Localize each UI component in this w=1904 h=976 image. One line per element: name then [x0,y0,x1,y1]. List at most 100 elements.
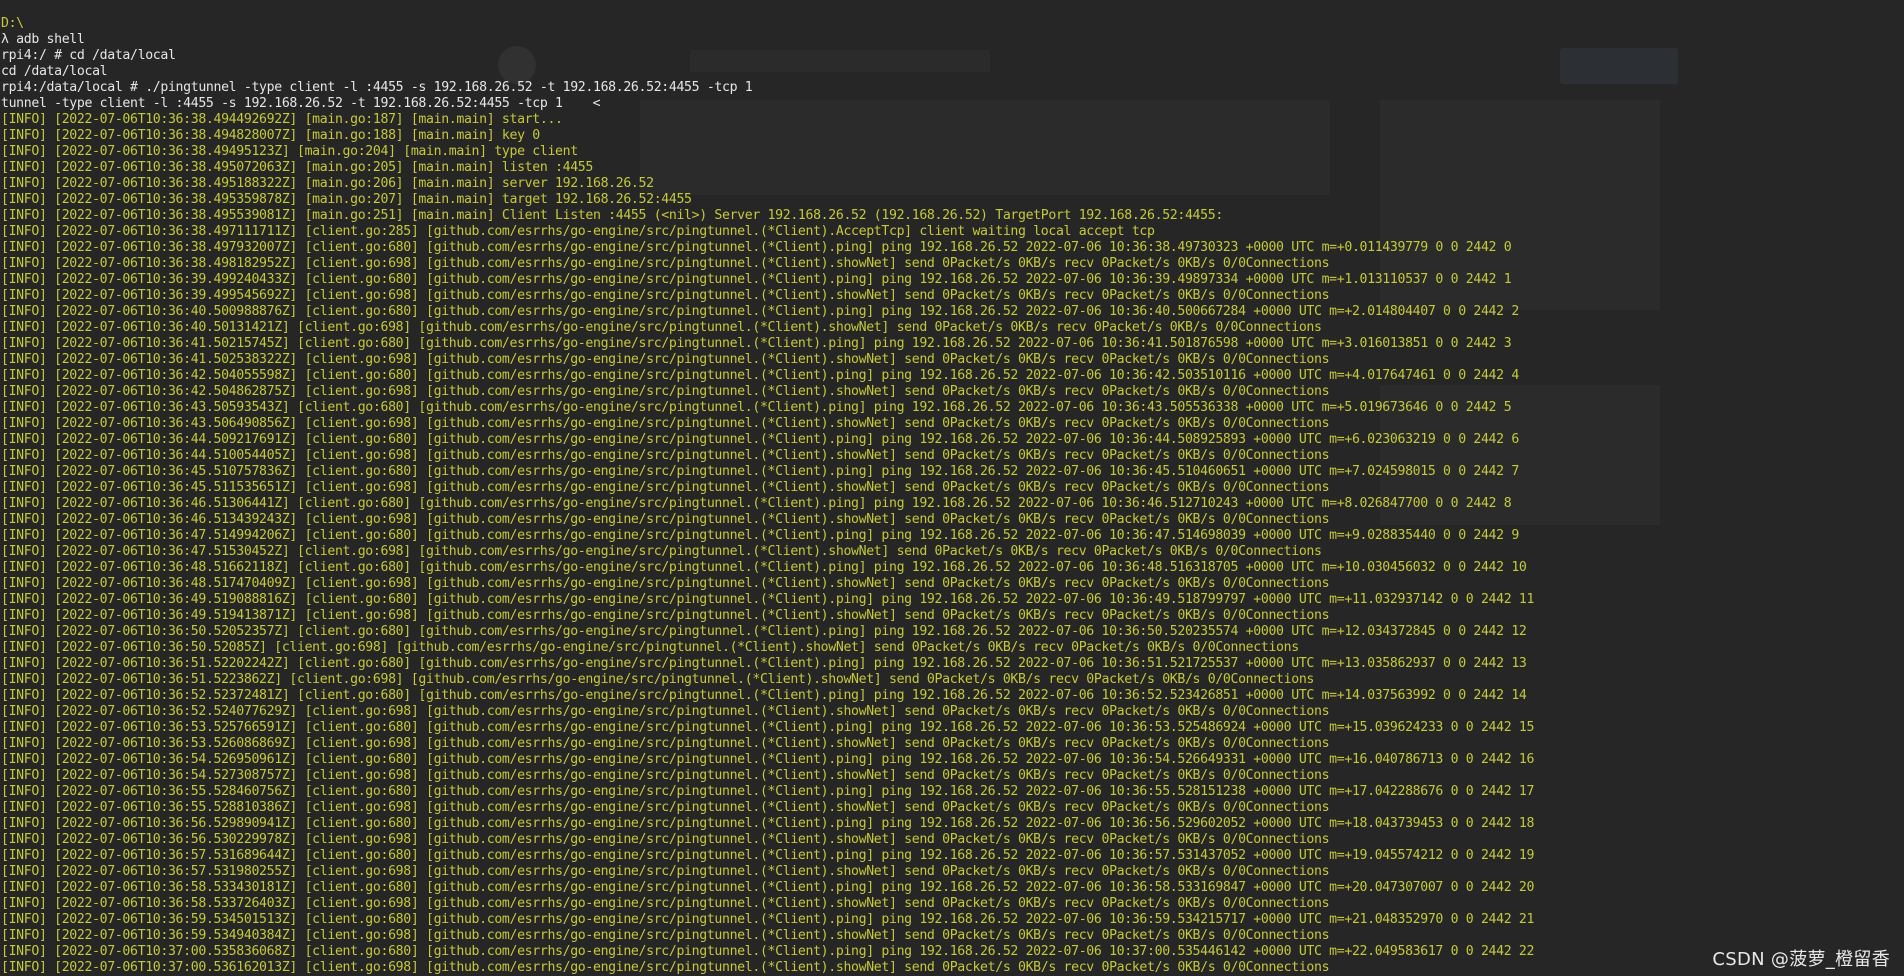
log-line: [INFO] [2022-07-06T10:36:50.52052357Z] [… [1,624,1534,640]
log-line: [INFO] [2022-07-06T10:36:54.527308757Z] … [1,768,1534,784]
line-text: [INFO] [2022-07-06T10:36:38.497932007Z] … [1,240,1512,255]
log-line: [INFO] [2022-07-06T10:36:42.504055598Z] … [1,368,1534,384]
log-line: [INFO] [2022-07-06T10:36:44.510054405Z] … [1,448,1534,464]
line-text: [INFO] [2022-07-06T10:36:47.514994206Z] … [1,528,1519,543]
log-line: [INFO] [2022-07-06T10:36:59.534940384Z] … [1,928,1534,944]
line-text: D:\ [1,16,24,31]
line-text: [INFO] [2022-07-06T10:37:00.535836068Z] … [1,944,1535,959]
line-text: [INFO] [2022-07-06T10:36:51.5223862Z] [c… [1,672,1314,687]
line-text: [INFO] [2022-07-06T10:36:50.52085Z] [cli… [1,640,1299,655]
log-line: [INFO] [2022-07-06T10:36:58.533726403Z] … [1,896,1534,912]
line-text: [INFO] [2022-07-06T10:36:46.513439243Z] … [1,512,1330,527]
log-line: [INFO] [2022-07-06T10:36:56.529890941Z] … [1,816,1534,832]
log-line: [INFO] [2022-07-06T10:36:55.528810386Z] … [1,800,1534,816]
log-line: [INFO] [2022-07-06T10:36:52.52372481Z] [… [1,688,1534,704]
line-text: [INFO] [2022-07-06T10:36:40.500988876Z] … [1,304,1519,319]
command-line: λ adb shell [1,32,1534,48]
line-text: cd /data/local [1,64,108,79]
line-text: [INFO] [2022-07-06T10:36:38.494492692Z] … [1,112,563,127]
line-text: tunnel -type client -l :4455 -s 192.168.… [1,96,563,111]
log-line: [INFO] [2022-07-06T10:36:40.500988876Z] … [1,304,1534,320]
line-text: [INFO] [2022-07-06T10:36:53.525766591Z] … [1,720,1535,735]
log-line: [INFO] [2022-07-06T10:36:38.494492692Z] … [1,112,1534,128]
log-line: [INFO] [2022-07-06T10:36:41.502538322Z] … [1,352,1534,368]
log-line: [INFO] [2022-07-06T10:37:00.536162013Z] … [1,960,1534,976]
log-line: [INFO] [2022-07-06T10:36:38.498182952Z] … [1,256,1534,272]
line-text: [INFO] [2022-07-06T10:36:43.506490856Z] … [1,416,1330,431]
log-line: [INFO] [2022-07-06T10:36:48.51662118Z] [… [1,560,1534,576]
line-text: [INFO] [2022-07-06T10:36:47.51530452Z] [… [1,544,1322,559]
line-text: [INFO] [2022-07-06T10:36:38.49495123Z] [… [1,144,578,159]
line-text: [INFO] [2022-07-06T10:36:52.52372481Z] [… [1,688,1527,703]
line-text: [INFO] [2022-07-06T10:36:38.495072063Z] … [1,160,593,175]
prompt-path: D:\ [1,16,1534,32]
log-line: [INFO] [2022-07-06T10:36:38.495539081Z] … [1,208,1534,224]
log-line: [INFO] [2022-07-06T10:36:43.506490856Z] … [1,416,1534,432]
command-line: cd /data/local [1,64,1534,80]
log-line: [INFO] [2022-07-06T10:36:45.511535651Z] … [1,480,1534,496]
line-text: [INFO] [2022-07-06T10:36:49.519413871Z] … [1,608,1330,623]
log-line: [INFO] [2022-07-06T10:36:42.504862875Z] … [1,384,1534,400]
log-line: [INFO] [2022-07-06T10:36:53.526086869Z] … [1,736,1534,752]
log-line: [INFO] [2022-07-06T10:36:55.528460756Z] … [1,784,1534,800]
log-line: [INFO] [2022-07-06T10:36:38.494828007Z] … [1,128,1534,144]
line-text: [INFO] [2022-07-06T10:36:59.534940384Z] … [1,928,1330,943]
line-text: [INFO] [2022-07-06T10:36:48.51662118Z] [… [1,560,1527,575]
log-line: [INFO] [2022-07-06T10:36:39.499545692Z] … [1,288,1534,304]
line-text: rpi4:/ # cd /data/local [1,48,176,63]
watermark: CSDN @菠萝_橙留香 [1712,949,1890,970]
command-line: tunnel -type client -l :4455 -s 192.168.… [1,96,1534,112]
line-text: [INFO] [2022-07-06T10:36:38.495188322Z] … [1,176,654,191]
log-line: [INFO] [2022-07-06T10:36:45.510757836Z] … [1,464,1534,480]
log-line: [INFO] [2022-07-06T10:36:47.514994206Z] … [1,528,1534,544]
line-text: rpi4:/data/local # ./pingtunnel -type cl… [1,80,753,95]
log-line: [INFO] [2022-07-06T10:36:39.499240433Z] … [1,272,1534,288]
log-line: [INFO] [2022-07-06T10:36:47.51530452Z] [… [1,544,1534,560]
line-text: [INFO] [2022-07-06T10:36:52.524077629Z] … [1,704,1330,719]
line-text: [INFO] [2022-07-06T10:36:55.528810386Z] … [1,800,1330,815]
log-line: [INFO] [2022-07-06T10:36:41.50215745Z] [… [1,336,1534,352]
line-text: [INFO] [2022-07-06T10:36:54.527308757Z] … [1,768,1330,783]
log-line: [INFO] [2022-07-06T10:36:52.524077629Z] … [1,704,1534,720]
line-text: [INFO] [2022-07-06T10:36:51.52202242Z] [… [1,656,1527,671]
line-text: [INFO] [2022-07-06T10:36:48.517470409Z] … [1,576,1330,591]
line-text: [INFO] [2022-07-06T10:36:49.519088816Z] … [1,592,1535,607]
log-line: [INFO] [2022-07-06T10:36:54.526950961Z] … [1,752,1534,768]
line-text: [INFO] [2022-07-06T10:36:39.499240433Z] … [1,272,1512,287]
line-text: [INFO] [2022-07-06T10:36:57.531689644Z] … [1,848,1535,863]
line-text: [INFO] [2022-07-06T10:36:45.511535651Z] … [1,480,1330,495]
log-line: [INFO] [2022-07-06T10:36:49.519088816Z] … [1,592,1534,608]
log-line: [INFO] [2022-07-06T10:36:50.52085Z] [cli… [1,640,1534,656]
log-line: [INFO] [2022-07-06T10:36:44.509217691Z] … [1,432,1534,448]
log-line: [INFO] [2022-07-06T10:36:58.533430181Z] … [1,880,1534,896]
line-text: [INFO] [2022-07-06T10:36:42.504055598Z] … [1,368,1519,383]
line-text: [INFO] [2022-07-06T10:36:38.494828007Z] … [1,128,540,143]
log-line: [INFO] [2022-07-06T10:36:43.50593543Z] [… [1,400,1534,416]
line-text: [INFO] [2022-07-06T10:36:42.504862875Z] … [1,384,1330,399]
line-text: [INFO] [2022-07-06T10:36:58.533430181Z] … [1,880,1535,895]
line-text: [INFO] [2022-07-06T10:36:39.499545692Z] … [1,288,1330,303]
terminal-window[interactable]: D:\ λ adb shell rpi4:/ # cd /data/local cd … [0,0,1904,976]
log-line: [INFO] [2022-07-06T10:36:38.497932007Z] … [1,240,1534,256]
log-line: [INFO] [2022-07-06T10:36:38.497111711Z] … [1,224,1534,240]
line-text: [INFO] [2022-07-06T10:36:53.526086869Z] … [1,736,1330,751]
line-text: [INFO] [2022-07-06T10:36:57.531980255Z] … [1,864,1330,879]
log-line: [INFO] [2022-07-06T10:36:38.49495123Z] [… [1,144,1534,160]
command-line: rpi4:/data/local # ./pingtunnel -type cl… [1,80,1534,96]
line-text: λ adb shell [1,32,85,47]
log-line: [INFO] [2022-07-06T10:36:38.495072063Z] … [1,160,1534,176]
text-cursor-icon: < [592,96,601,111]
line-text: [INFO] [2022-07-06T10:36:38.495539081Z] … [1,208,1223,223]
log-line: [INFO] [2022-07-06T10:37:00.535836068Z] … [1,944,1534,960]
line-text: [INFO] [2022-07-06T10:36:59.534501513Z] … [1,912,1535,927]
line-text: [INFO] [2022-07-06T10:36:54.526950961Z] … [1,752,1535,767]
line-text: [INFO] [2022-07-06T10:36:38.498182952Z] … [1,256,1330,271]
line-text: [INFO] [2022-07-06T10:36:38.495359878Z] … [1,192,692,207]
line-text: [INFO] [2022-07-06T10:36:44.509217691Z] … [1,432,1519,447]
log-line: [INFO] [2022-07-06T10:36:57.531980255Z] … [1,864,1534,880]
log-line: [INFO] [2022-07-06T10:36:56.530229978Z] … [1,832,1534,848]
line-text: [INFO] [2022-07-06T10:36:41.50215745Z] [… [1,336,1512,351]
terminal-output: D:\ λ adb shell rpi4:/ # cd /data/local cd … [1,16,1534,976]
line-text: [INFO] [2022-07-06T10:36:58.533726403Z] … [1,896,1330,911]
line-text: [INFO] [2022-07-06T10:36:50.52052357Z] [… [1,624,1527,639]
